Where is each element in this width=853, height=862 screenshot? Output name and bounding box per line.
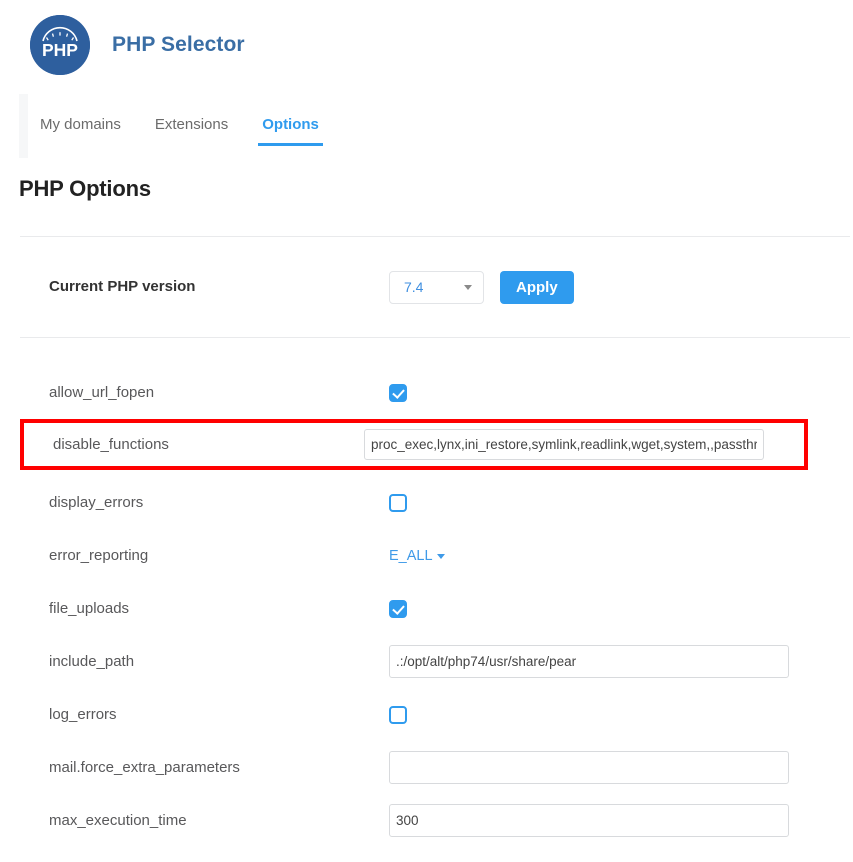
checkbox-allow-url-fopen[interactable] xyxy=(389,383,407,402)
php-version-select[interactable]: 7.4 xyxy=(389,270,484,304)
row-log-errors: log_errors xyxy=(0,688,853,741)
dropdown-error-reporting[interactable]: E_ALL xyxy=(389,548,445,564)
error-reporting-value: E_ALL xyxy=(389,547,433,564)
row-disable-functions: disable_functions xyxy=(20,419,808,470)
row-allow-url-fopen: allow_url_fopen xyxy=(0,366,853,419)
input-disable-functions[interactable] xyxy=(364,429,764,460)
app-title: PHP Selector xyxy=(112,33,245,56)
php-gauge-logo-icon: PHP xyxy=(30,15,90,75)
php-version-value: 7.4 xyxy=(404,279,424,295)
row-label-disable-functions: disable_functions xyxy=(53,435,169,453)
row-label-log-errors: log_errors xyxy=(49,705,117,723)
php-options-list: Current PHP version 7.4 Apply allow_url_… xyxy=(0,236,853,847)
row-current-php-version: Current PHP version 7.4 Apply xyxy=(0,237,853,337)
tab-bar: My domains Extensions Options xyxy=(0,94,853,166)
divider-below-version xyxy=(20,337,850,338)
row-max-execution-time: max_execution_time xyxy=(0,794,853,847)
tab-bar-left-strip xyxy=(19,94,28,158)
row-error-reporting: error_reporting E_ALL xyxy=(0,529,853,582)
page-title: PHP Options xyxy=(19,176,151,201)
checkbox-file-uploads[interactable] xyxy=(389,599,407,618)
row-display-errors: display_errors xyxy=(0,476,853,529)
input-mail-force-extra-parameters[interactable] xyxy=(389,751,789,784)
caret-down-icon xyxy=(436,554,445,559)
row-label-error-reporting: error_reporting xyxy=(49,546,149,564)
svg-text:PHP: PHP xyxy=(42,40,78,60)
row-include-path: include_path xyxy=(0,635,853,688)
row-file-uploads: file_uploads xyxy=(0,582,853,635)
row-label-allow-url-fopen: allow_url_fopen xyxy=(49,383,155,401)
tab-my-domains[interactable]: My domains xyxy=(36,116,125,146)
app-header: PHP PHP Selector xyxy=(0,0,853,75)
tab-extensions[interactable]: Extensions xyxy=(151,116,232,146)
apply-button[interactable]: Apply xyxy=(500,270,574,304)
input-include-path[interactable] xyxy=(389,645,789,678)
row-label-max-execution-time: max_execution_time xyxy=(49,811,187,829)
row-label-include-path: include_path xyxy=(49,652,135,670)
chevron-down-icon xyxy=(464,284,472,290)
row-mail-force-extra-parameters: mail.force_extra_parameters xyxy=(0,741,853,794)
row-label-file-uploads: file_uploads xyxy=(49,599,130,617)
row-label-mail-force-extra-parameters: mail.force_extra_parameters xyxy=(49,758,240,776)
row-label-current-php-version: Current PHP version xyxy=(49,278,196,295)
checkbox-log-errors[interactable] xyxy=(389,705,407,724)
tab-options[interactable]: Options xyxy=(258,116,323,146)
checkbox-display-errors[interactable] xyxy=(389,493,407,512)
row-label-display-errors: display_errors xyxy=(49,493,144,511)
input-max-execution-time[interactable] xyxy=(389,804,789,837)
